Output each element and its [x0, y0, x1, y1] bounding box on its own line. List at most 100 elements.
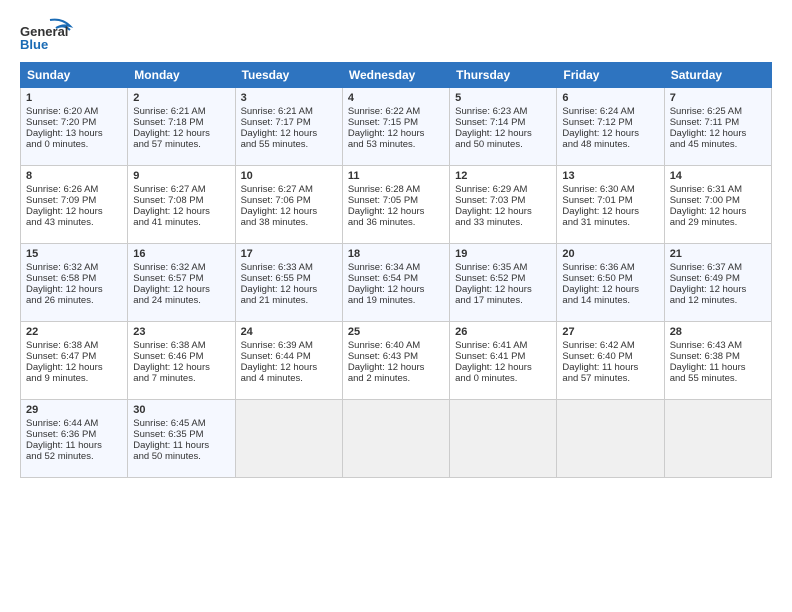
day-info-line: Sunset: 7:14 PM: [455, 117, 551, 128]
day-info-line: Sunset: 6:44 PM: [241, 351, 337, 362]
day-info-line: and 33 minutes.: [455, 217, 551, 228]
calendar-cell: [450, 400, 557, 478]
day-info-line: Daylight: 12 hours: [670, 284, 766, 295]
day-number: 5: [455, 92, 551, 104]
day-info-line: Daylight: 11 hours: [562, 362, 658, 373]
day-info-line: Sunset: 7:05 PM: [348, 195, 444, 206]
day-info-line: Sunrise: 6:21 AM: [241, 106, 337, 117]
day-info-line: Sunrise: 6:22 AM: [348, 106, 444, 117]
day-info-line: Sunrise: 6:29 AM: [455, 184, 551, 195]
calendar-cell: 29Sunrise: 6:44 AMSunset: 6:36 PMDayligh…: [21, 400, 128, 478]
day-info-line: Sunrise: 6:23 AM: [455, 106, 551, 117]
day-number: 17: [241, 248, 337, 260]
weekday-header: Tuesday: [235, 63, 342, 88]
day-info-line: and 9 minutes.: [26, 373, 122, 384]
day-number: 3: [241, 92, 337, 104]
calendar-cell: [235, 400, 342, 478]
calendar-cell: 22Sunrise: 6:38 AMSunset: 6:47 PMDayligh…: [21, 322, 128, 400]
calendar-week-row: 1Sunrise: 6:20 AMSunset: 7:20 PMDaylight…: [21, 88, 772, 166]
calendar-cell: 24Sunrise: 6:39 AMSunset: 6:44 PMDayligh…: [235, 322, 342, 400]
calendar-cell: 19Sunrise: 6:35 AMSunset: 6:52 PMDayligh…: [450, 244, 557, 322]
calendar-cell: 18Sunrise: 6:34 AMSunset: 6:54 PMDayligh…: [342, 244, 449, 322]
day-info-line: Sunset: 7:06 PM: [241, 195, 337, 206]
day-info-line: Sunrise: 6:21 AM: [133, 106, 229, 117]
day-number: 2: [133, 92, 229, 104]
calendar-table: SundayMondayTuesdayWednesdayThursdayFrid…: [20, 62, 772, 478]
calendar-cell: 3 Sunrise: 6:21 AMSunset: 7:17 PMDaylight…: [235, 88, 342, 166]
day-info-line: Daylight: 12 hours: [26, 362, 122, 373]
page: GeneralBlue SundayMondayTuesdayWednesday…: [0, 0, 792, 612]
day-info-line: and 29 minutes.: [670, 217, 766, 228]
day-info-line: Sunset: 6:55 PM: [241, 273, 337, 284]
day-info-line: Daylight: 12 hours: [455, 128, 551, 139]
calendar-cell: 1Sunrise: 6:20 AMSunset: 7:20 PMDaylight…: [21, 88, 128, 166]
weekday-header: Thursday: [450, 63, 557, 88]
calendar-cell: 28Sunrise: 6:43 AMSunset: 6:38 PMDayligh…: [664, 322, 771, 400]
day-info-line: Daylight: 12 hours: [348, 362, 444, 373]
day-info-line: Daylight: 13 hours: [26, 128, 122, 139]
calendar-cell: 21Sunrise: 6:37 AMSunset: 6:49 PMDayligh…: [664, 244, 771, 322]
calendar-cell: 9Sunrise: 6:27 AMSunset: 7:08 PMDaylight…: [128, 166, 235, 244]
day-info-line: and 48 minutes.: [562, 139, 658, 150]
day-info-line: and 7 minutes.: [133, 373, 229, 384]
day-info-line: and 19 minutes.: [348, 295, 444, 306]
day-info-line: Sunset: 7:17 PM: [241, 117, 337, 128]
day-info-line: Daylight: 12 hours: [455, 206, 551, 217]
calendar-cell: 8Sunrise: 6:26 AMSunset: 7:09 PMDaylight…: [21, 166, 128, 244]
day-info-line: Daylight: 12 hours: [133, 284, 229, 295]
day-info-line: Daylight: 12 hours: [241, 284, 337, 295]
day-info-line: and 21 minutes.: [241, 295, 337, 306]
calendar-cell: 16Sunrise: 6:32 AMSunset: 6:57 PMDayligh…: [128, 244, 235, 322]
day-info-line: Sunrise: 6:30 AM: [562, 184, 658, 195]
calendar-week-row: 22Sunrise: 6:38 AMSunset: 6:47 PMDayligh…: [21, 322, 772, 400]
day-info-line: Sunrise: 6:43 AM: [670, 340, 766, 351]
day-number: 15: [26, 248, 122, 260]
day-info-line: Daylight: 11 hours: [133, 440, 229, 451]
day-info-line: Sunrise: 6:20 AM: [26, 106, 122, 117]
day-number: 27: [562, 326, 658, 338]
day-info-line: Daylight: 12 hours: [241, 206, 337, 217]
day-number: 16: [133, 248, 229, 260]
day-info-line: Sunrise: 6:36 AM: [562, 262, 658, 273]
day-info-line: Sunset: 7:12 PM: [562, 117, 658, 128]
day-info-line: Daylight: 12 hours: [241, 128, 337, 139]
day-info-line: and 55 minutes.: [670, 373, 766, 384]
day-info-line: Daylight: 12 hours: [133, 362, 229, 373]
logo-svg: GeneralBlue: [20, 16, 75, 52]
day-info-line: Sunset: 7:08 PM: [133, 195, 229, 206]
weekday-header: Saturday: [664, 63, 771, 88]
day-info-line: Sunrise: 6:40 AM: [348, 340, 444, 351]
day-info-line: and 55 minutes.: [241, 139, 337, 150]
day-info-line: Sunset: 6:35 PM: [133, 429, 229, 440]
calendar-cell: 13Sunrise: 6:30 AMSunset: 7:01 PMDayligh…: [557, 166, 664, 244]
calendar-cell: 6Sunrise: 6:24 AMSunset: 7:12 PMDaylight…: [557, 88, 664, 166]
day-number: 9: [133, 170, 229, 182]
day-info-line: Sunrise: 6:32 AM: [133, 262, 229, 273]
day-info-line: Sunset: 6:50 PM: [562, 273, 658, 284]
calendar-cell: 17Sunrise: 6:33 AMSunset: 6:55 PMDayligh…: [235, 244, 342, 322]
day-info-line: Sunset: 6:38 PM: [670, 351, 766, 362]
day-info-line: Sunset: 6:36 PM: [26, 429, 122, 440]
day-info-line: Sunrise: 6:31 AM: [670, 184, 766, 195]
day-info-line: and 31 minutes.: [562, 217, 658, 228]
svg-text:Blue: Blue: [20, 37, 48, 52]
day-info-line: Sunset: 6:58 PM: [26, 273, 122, 284]
calendar-cell: 10Sunrise: 6:27 AMSunset: 7:06 PMDayligh…: [235, 166, 342, 244]
day-number: 21: [670, 248, 766, 260]
day-info-line: Daylight: 12 hours: [133, 128, 229, 139]
day-info-line: Sunset: 6:46 PM: [133, 351, 229, 362]
day-info-line: Daylight: 11 hours: [670, 362, 766, 373]
day-info-line: and 0 minutes.: [26, 139, 122, 150]
day-info-line: and 57 minutes.: [562, 373, 658, 384]
day-info-line: Daylight: 12 hours: [562, 206, 658, 217]
day-info-line: Sunset: 7:03 PM: [455, 195, 551, 206]
day-info-line: Sunset: 7:18 PM: [133, 117, 229, 128]
day-number: 22: [26, 326, 122, 338]
day-info-line: Daylight: 12 hours: [26, 284, 122, 295]
day-number: 8: [26, 170, 122, 182]
day-info-line: Sunrise: 6:32 AM: [26, 262, 122, 273]
day-info-line: Daylight: 12 hours: [26, 206, 122, 217]
day-info-line: and 17 minutes.: [455, 295, 551, 306]
day-info-line: Daylight: 12 hours: [455, 284, 551, 295]
calendar-cell: 15 Sunrise: 6:32 AMSunset: 6:58 PMDayligh…: [21, 244, 128, 322]
